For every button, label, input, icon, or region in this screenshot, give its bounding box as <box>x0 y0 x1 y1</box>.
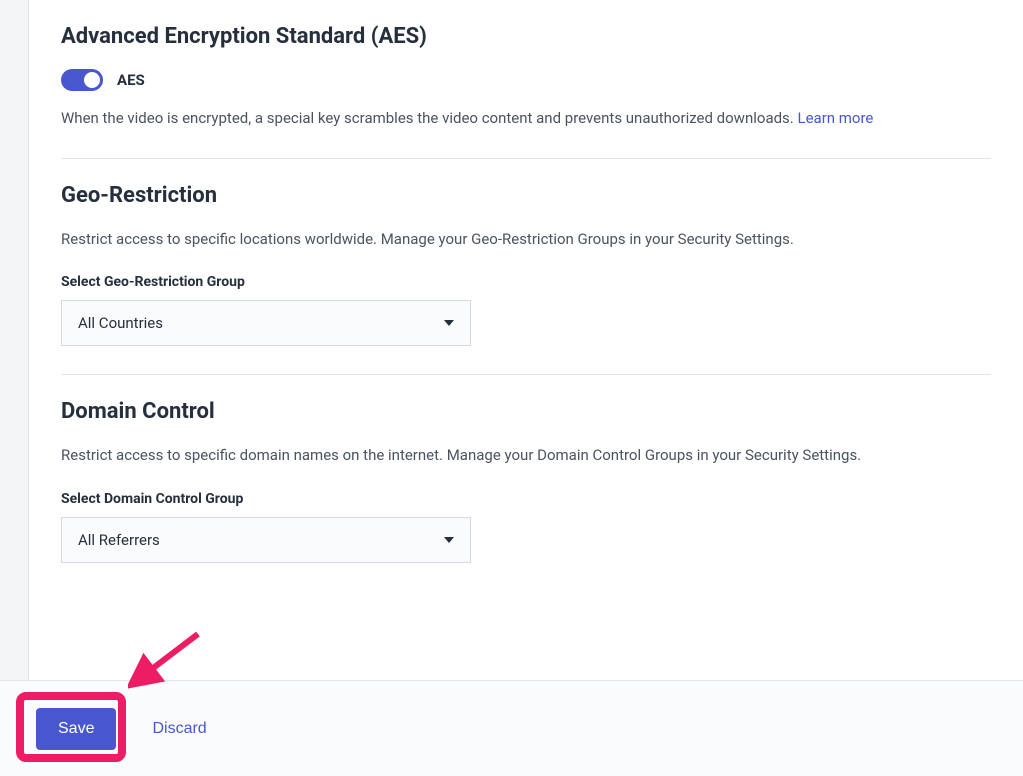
aes-toggle[interactable] <box>61 69 103 91</box>
geo-title: Geo-Restriction <box>61 183 991 208</box>
domain-title: Domain Control <box>61 399 991 424</box>
geo-field-label: Select Geo-Restriction Group <box>61 274 991 290</box>
domain-control-section: Domain Control Restrict access to specif… <box>61 374 991 591</box>
domain-field-label: Select Domain Control Group <box>61 491 991 507</box>
geo-restriction-section: Geo-Restriction Restrict access to speci… <box>61 158 991 375</box>
geo-description: Restrict access to specific locations wo… <box>61 228 991 251</box>
aes-learn-more-link[interactable]: Learn more <box>798 109 874 127</box>
aes-description: When the video is encrypted, a special k… <box>61 107 991 130</box>
domain-select-value: All Referrers <box>78 531 160 549</box>
chevron-down-icon <box>444 537 454 543</box>
aes-toggle-label: AES <box>117 71 145 89</box>
aes-title: Advanced Encryption Standard (AES) <box>61 24 991 49</box>
domain-control-select[interactable]: All Referrers <box>61 517 471 563</box>
domain-description: Restrict access to specific domain names… <box>61 444 991 467</box>
settings-panel: Advanced Encryption Standard (AES) AES W… <box>28 0 1023 680</box>
footer-bar: Save Discard <box>0 680 1023 776</box>
save-button[interactable]: Save <box>36 708 116 750</box>
aes-description-text: When the video is encrypted, a special k… <box>61 109 794 127</box>
aes-section: Advanced Encryption Standard (AES) AES W… <box>61 0 991 158</box>
toggle-knob-icon <box>84 72 100 88</box>
geo-select-value: All Countries <box>78 314 163 332</box>
geo-restriction-select[interactable]: All Countries <box>61 300 471 346</box>
chevron-down-icon <box>444 320 454 326</box>
aes-toggle-row: AES <box>61 69 991 91</box>
discard-button[interactable]: Discard <box>152 720 206 738</box>
